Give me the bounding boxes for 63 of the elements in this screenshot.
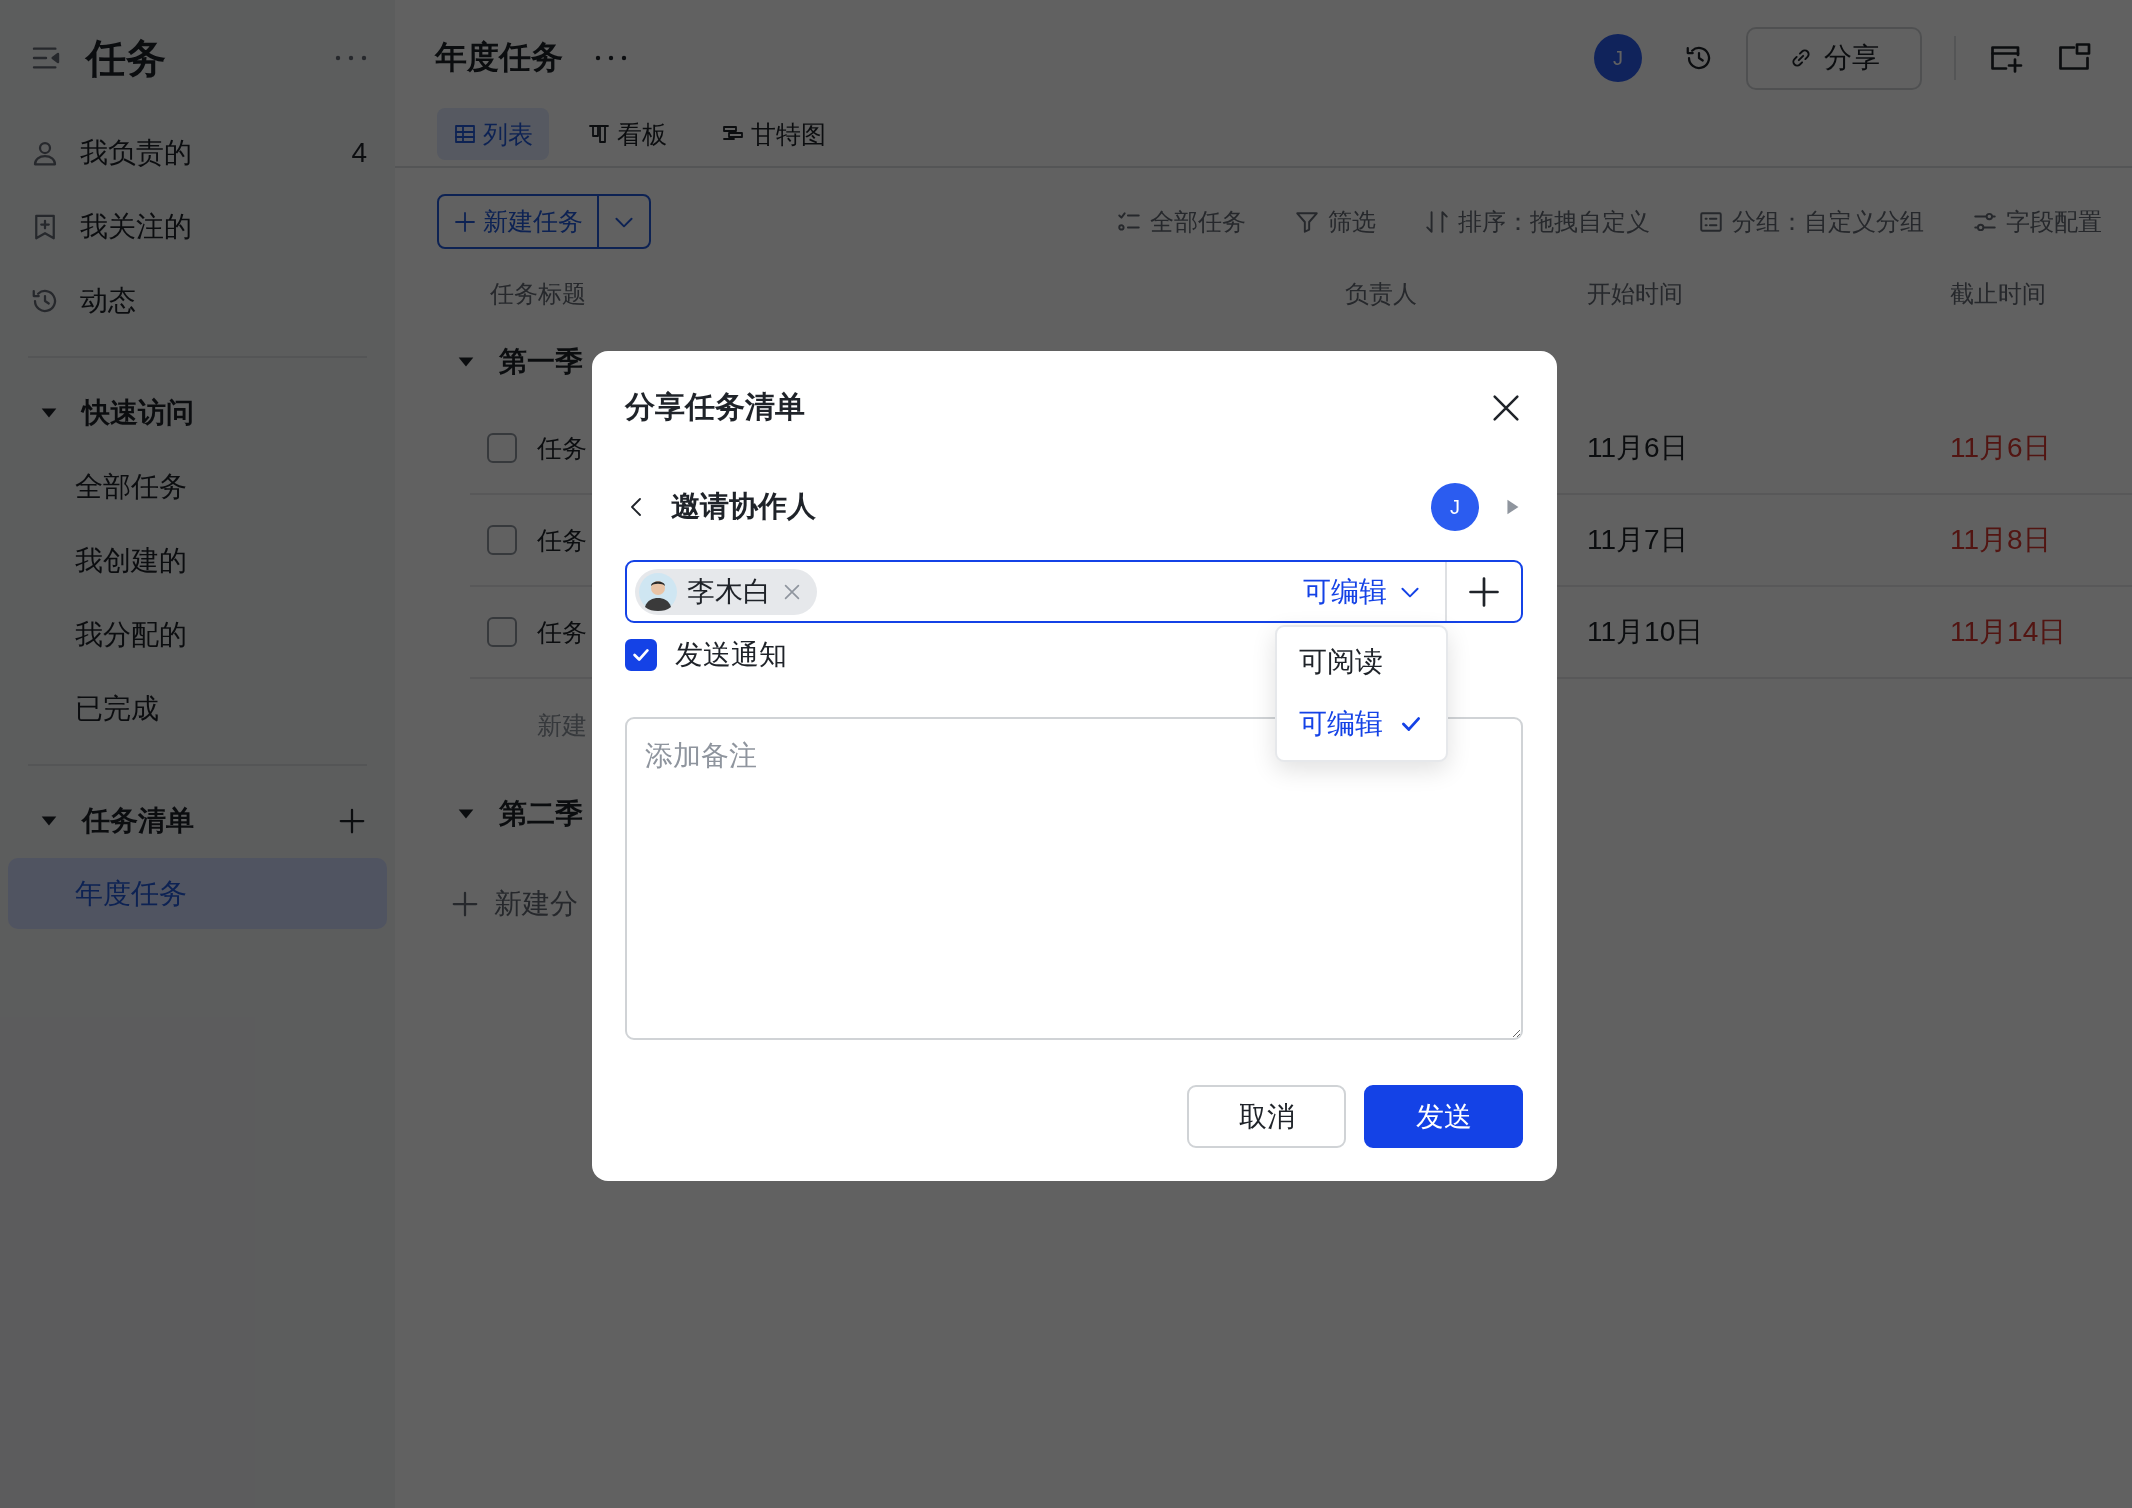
section-header[interactable]: 快速访问	[8, 376, 387, 450]
more-icon[interactable]	[335, 53, 367, 63]
app-title: 任务	[86, 34, 167, 82]
grid-icon	[453, 122, 477, 146]
view-tab[interactable]: 甘特图	[705, 108, 842, 160]
notify-label: 发送通知	[675, 637, 787, 672]
nav-item[interactable]: 我分配的	[8, 598, 387, 672]
notify-checkbox[interactable]	[625, 638, 657, 671]
due-date: 11月8日	[1950, 523, 2052, 557]
due-date: 11月14日	[1950, 615, 2068, 649]
task-checkbox[interactable]	[487, 617, 517, 647]
plus-icon	[453, 209, 477, 234]
nav-item[interactable]: 我创建的	[8, 524, 387, 598]
item-count: 4	[351, 137, 367, 169]
permission-dropdown[interactable]: 可编辑	[1303, 572, 1423, 611]
avatar-icon	[639, 572, 677, 611]
new-task-button[interactable]: 新建任务	[437, 194, 651, 249]
user-avatar[interactable]: J	[1594, 34, 1642, 82]
group-title: 第二季	[499, 797, 583, 831]
nav-item[interactable]: 动态	[8, 264, 387, 338]
cancel-button[interactable]: 取消	[1187, 1085, 1346, 1148]
send-button[interactable]: 发送	[1364, 1085, 1523, 1148]
column-header: 任务标题	[489, 279, 587, 309]
section-header[interactable]: 任务清单	[8, 784, 387, 858]
new-group-button[interactable]: 新建分	[450, 885, 578, 923]
task-checkbox[interactable]	[487, 433, 517, 463]
dialog-title: 分享任务清单	[625, 389, 805, 425]
task-checkbox[interactable]	[487, 525, 517, 555]
column-header: 截止时间	[1950, 279, 2047, 309]
start-date: 11月6日	[1587, 431, 1689, 465]
user-avatar: J	[1431, 483, 1479, 531]
dialog-subtitle: 邀请协作人	[671, 489, 816, 524]
nav-item[interactable]: 我关注的	[8, 190, 387, 264]
toolbar-button[interactable]: 筛选	[1294, 205, 1376, 238]
due-date: 11月6日	[1950, 431, 2052, 465]
nav-item[interactable]: 我负责的 4	[8, 116, 387, 190]
task-title[interactable]: 任务	[537, 523, 587, 557]
column-header: 开始时间	[1587, 279, 1684, 309]
task-title[interactable]: 任务	[537, 615, 587, 649]
invitee-name: 李木白	[687, 574, 771, 609]
menu-item[interactable]: 可阅读	[1277, 631, 1446, 693]
view-tab[interactable]: 列表	[437, 108, 549, 160]
start-date: 11月7日	[1587, 523, 1689, 557]
nav-item[interactable]: 全部任务	[8, 450, 387, 524]
add-icon[interactable]	[337, 806, 367, 836]
share-button[interactable]: 分享	[1746, 26, 1922, 90]
more-icon[interactable]	[595, 53, 627, 63]
toolbar-button[interactable]: 字段配置	[1972, 205, 2102, 238]
board-icon	[587, 122, 611, 146]
view-tab[interactable]: 看板	[571, 108, 683, 160]
group-title: 第一季	[499, 345, 583, 379]
nav-item[interactable]: 年度任务	[8, 858, 387, 929]
invitee-field[interactable]: 李木白 可编辑	[625, 560, 1523, 623]
toolbar-button[interactable]: 全部任务	[1116, 205, 1246, 238]
column-header: 负责人	[1345, 279, 1418, 309]
nav-item[interactable]: 已完成	[8, 672, 387, 746]
toolbar-button[interactable]: 分组：自定义分组	[1698, 205, 1924, 238]
toolbar-button[interactable]: 排序：拖拽自定义	[1424, 205, 1650, 238]
plus-icon	[450, 889, 480, 919]
page-title: 年度任务	[435, 38, 563, 77]
task-title[interactable]: 任务	[537, 431, 587, 465]
sort-icon	[1424, 208, 1450, 235]
start-date: 11月10日	[1587, 615, 1705, 649]
